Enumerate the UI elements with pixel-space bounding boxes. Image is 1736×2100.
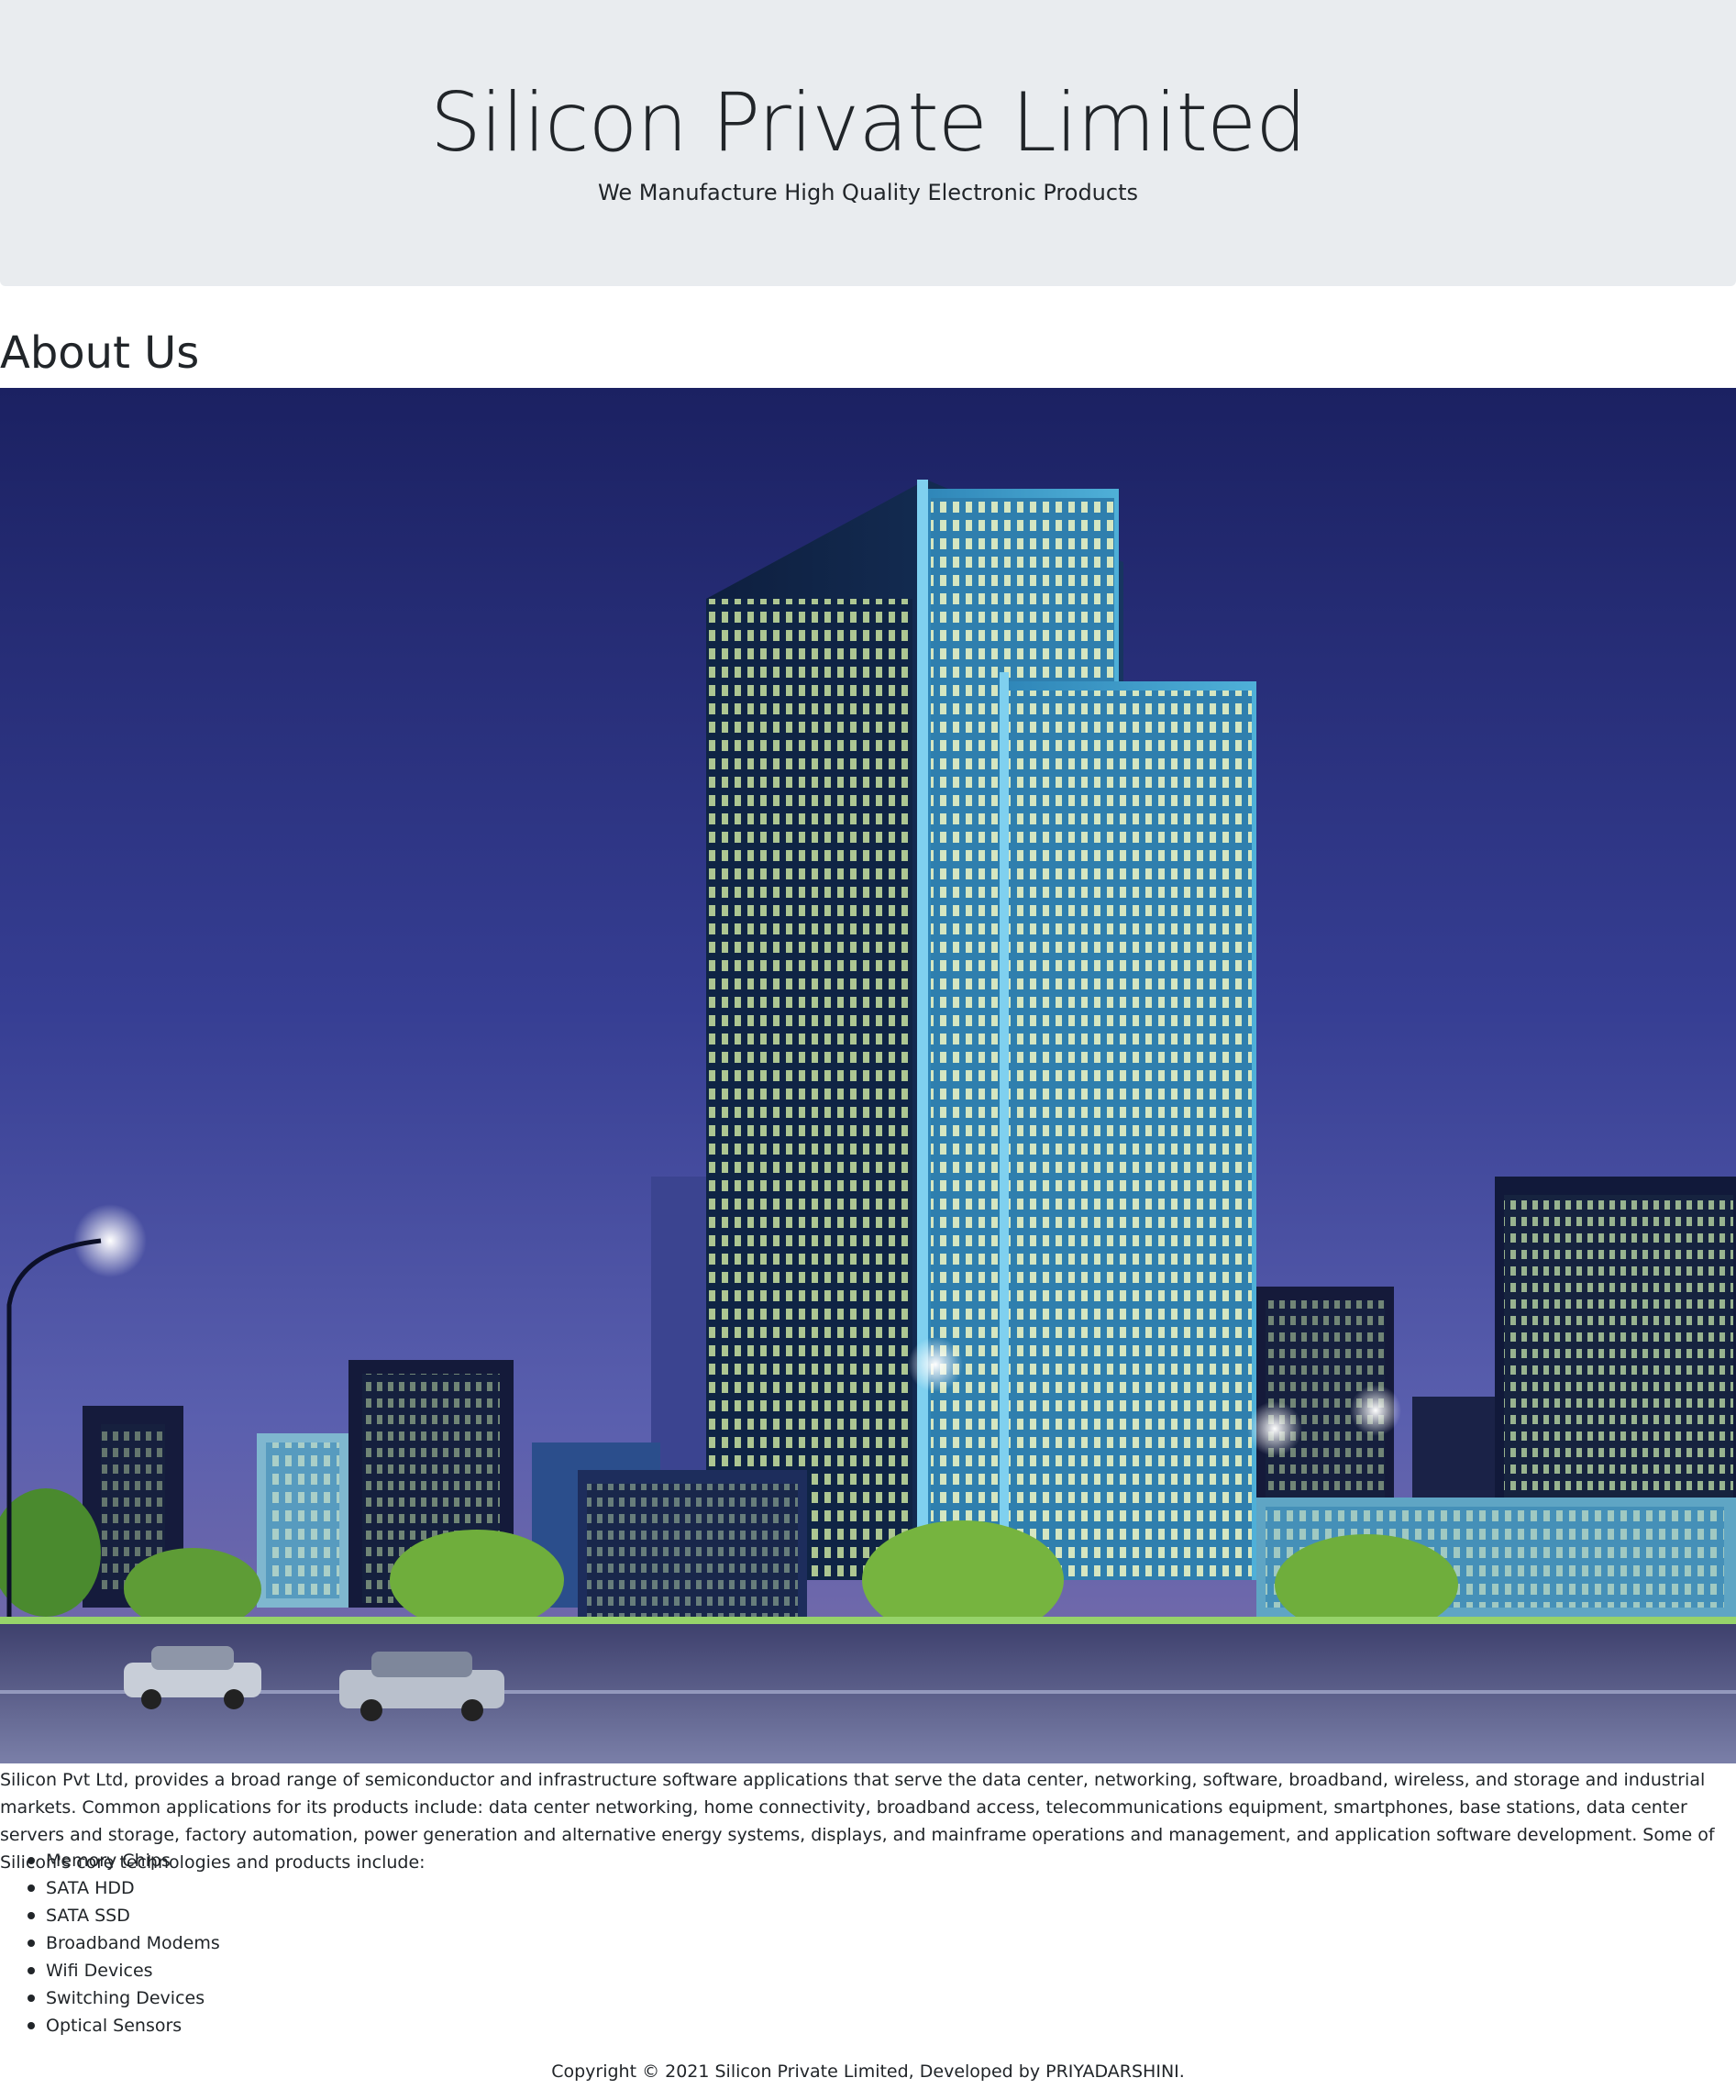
list-item: Memory Chips xyxy=(0,1847,220,1874)
list-item: SATA SSD xyxy=(0,1902,220,1929)
bullet-icon xyxy=(28,1967,35,1974)
about-paragraph: Silicon Pvt Ltd, provides a broad range … xyxy=(0,1770,1715,1873)
about-heading: About Us xyxy=(0,327,200,379)
hero-image-city-skyline xyxy=(0,388,1736,1763)
products-list: Memory Chips SATA HDD SATA SSD Broadband… xyxy=(0,1847,220,2039)
bullet-icon xyxy=(28,1940,35,1947)
list-item: SATA HDD xyxy=(0,1874,220,1902)
bullet-icon xyxy=(28,1857,35,1864)
site-tagline: We Manufacture High Quality Electronic P… xyxy=(598,180,1138,205)
header-jumbotron: Silicon Private Limited We Manufacture H… xyxy=(0,0,1736,286)
bullet-icon xyxy=(28,1995,35,2002)
bullet-icon xyxy=(28,2022,35,2029)
bullet-icon xyxy=(28,1912,35,1919)
list-item: Switching Devices xyxy=(0,1984,220,2012)
list-item: Wifi Devices xyxy=(0,1957,220,1984)
footer-copyright: Copyright © 2021 Silicon Private Limited… xyxy=(551,2061,1185,2082)
bullet-icon xyxy=(28,1884,35,1892)
site-title: Silicon Private Limited xyxy=(429,75,1307,170)
list-item: Broadband Modems xyxy=(0,1929,220,1957)
list-item: Optical Sensors xyxy=(0,2012,220,2039)
